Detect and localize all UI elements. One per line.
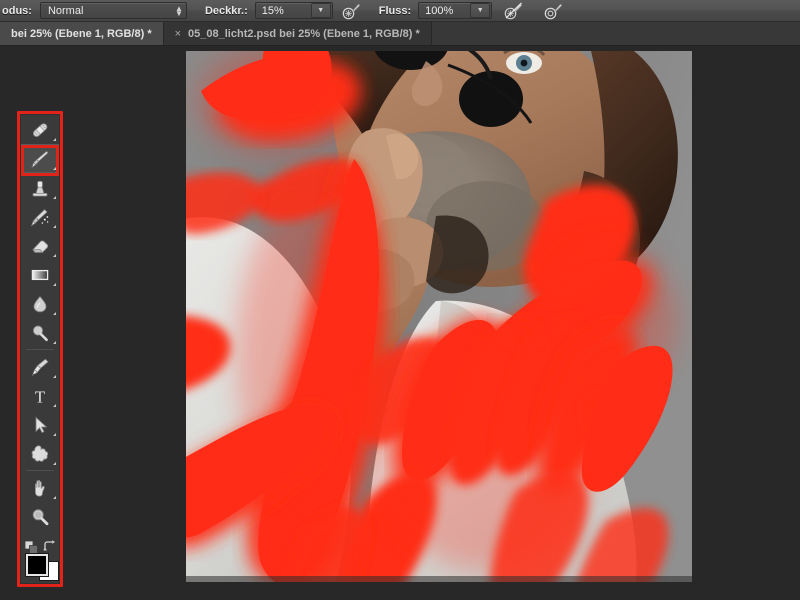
tool-gradient[interactable] bbox=[21, 260, 59, 289]
tool-flyout-arrow-icon bbox=[53, 433, 56, 436]
tool-flyout-arrow-icon bbox=[53, 225, 56, 228]
photoshop-window: odus: Normal ▲▼ Deckkr.: 15% ▼ Fluss: 1 bbox=[0, 0, 800, 600]
tablet-pressure-opacity-icon bbox=[342, 3, 361, 20]
pen-icon bbox=[31, 358, 49, 376]
tools-divider-2 bbox=[26, 470, 54, 471]
tool-clone-stamp[interactable] bbox=[21, 173, 59, 202]
airbrush-toggle[interactable] bbox=[540, 1, 566, 21]
document-tab-0[interactable]: bei 25% (Ebene 1, RGB/8) * bbox=[0, 22, 164, 45]
tool-flyout-arrow-icon bbox=[53, 496, 56, 499]
flow-value: 100% bbox=[425, 4, 454, 17]
stepper-arrows-icon: ▲ ▼ bbox=[175, 3, 183, 18]
tool-flyout-arrow-icon bbox=[53, 462, 56, 465]
tool-brush[interactable] bbox=[21, 144, 59, 173]
tool-flyout-arrow-icon bbox=[53, 312, 56, 315]
opacity-pressure-toggle[interactable] bbox=[339, 1, 365, 21]
zoom-magnifier-icon bbox=[32, 508, 49, 525]
foreground-color-swatch[interactable] bbox=[26, 554, 48, 576]
tool-pen[interactable] bbox=[21, 352, 59, 381]
tool-flyout-arrow-icon bbox=[53, 138, 56, 141]
flow-dropdown-icon[interactable]: ▼ bbox=[470, 3, 491, 18]
eraser-icon bbox=[32, 239, 49, 253]
blend-mode-value: Normal bbox=[47, 4, 84, 17]
tool-history-brush[interactable] bbox=[21, 202, 59, 231]
dodge-icon bbox=[32, 325, 48, 341]
clone-stamp-icon bbox=[32, 180, 48, 196]
blur-drop-icon bbox=[33, 295, 47, 312]
tool-blur[interactable] bbox=[21, 289, 59, 318]
airbrush-icon bbox=[544, 3, 562, 20]
tool-flyout-arrow-icon bbox=[53, 341, 56, 344]
tool-healing-brush[interactable] bbox=[21, 115, 59, 144]
tools-panel: T bbox=[20, 114, 60, 584]
opacity-dropdown-icon[interactable]: ▼ bbox=[310, 3, 331, 18]
document-artwork bbox=[186, 51, 692, 582]
tablet-pressure-size-icon bbox=[504, 2, 522, 20]
document-tab-0-label: bei 25% (Ebene 1, RGB/8) * bbox=[11, 27, 152, 40]
healing-brush-icon bbox=[32, 122, 48, 137]
document-tab-1-label: 05_08_licht2.psd bei 25% (Ebene 1, RGB/8… bbox=[188, 27, 420, 40]
brush-icon bbox=[31, 150, 49, 168]
gradient-icon bbox=[31, 269, 49, 280]
blend-mode-group: odus: Normal ▲ ▼ bbox=[2, 2, 187, 19]
default-colors-icon[interactable] bbox=[24, 540, 38, 554]
tool-dodge[interactable] bbox=[21, 318, 59, 347]
opacity-label: Deckkr.: bbox=[204, 4, 248, 17]
custom-shape-icon bbox=[31, 444, 49, 462]
tool-custom-shape[interactable] bbox=[21, 439, 59, 468]
tool-type[interactable]: T bbox=[21, 381, 59, 410]
opacity-field[interactable]: 15% ▼ bbox=[254, 2, 333, 19]
hand-icon bbox=[35, 479, 45, 497]
blend-mode-select[interactable]: Normal ▲ ▼ bbox=[39, 2, 187, 19]
document-tab-bar: bei 25% (Ebene 1, RGB/8) * × 05_08_licht… bbox=[0, 22, 800, 46]
tool-zoom[interactable] bbox=[21, 502, 59, 531]
tool-options-bar: odus: Normal ▲▼ Deckkr.: 15% ▼ Fluss: 1 bbox=[0, 0, 800, 22]
type-icon: T bbox=[35, 387, 46, 406]
tool-path-selection[interactable] bbox=[21, 410, 59, 439]
tool-flyout-arrow-icon bbox=[53, 167, 56, 170]
close-icon[interactable]: × bbox=[175, 28, 181, 40]
tool-flyout-arrow-icon bbox=[53, 254, 56, 257]
history-brush-icon bbox=[30, 208, 49, 226]
path-selection-arrow-icon bbox=[35, 415, 48, 433]
tool-hand[interactable] bbox=[21, 473, 59, 502]
tool-eraser[interactable] bbox=[21, 231, 59, 260]
airbrush-disabled-toggle[interactable] bbox=[500, 1, 526, 21]
tool-flyout-arrow-icon bbox=[53, 404, 56, 407]
opacity-value: 15% bbox=[261, 4, 284, 17]
tool-flyout-arrow-icon bbox=[53, 196, 56, 199]
opacity-group: Deckkr.: 15% ▼ bbox=[205, 2, 333, 19]
flow-field[interactable]: 100% ▼ bbox=[418, 2, 493, 19]
flow-label: Fluss: bbox=[378, 4, 412, 17]
tool-flyout-arrow-icon bbox=[53, 283, 56, 286]
blend-mode-label: odus: bbox=[2, 4, 32, 17]
document-tab-1[interactable]: × 05_08_licht2.psd bei 25% (Ebene 1, RGB… bbox=[163, 22, 432, 45]
color-swatches bbox=[21, 540, 59, 593]
tool-flyout-arrow-icon bbox=[53, 375, 56, 378]
canvas[interactable] bbox=[186, 51, 692, 582]
svg-text:T: T bbox=[35, 387, 46, 406]
flow-group: Fluss: 100% ▼ bbox=[378, 2, 493, 19]
tools-divider bbox=[26, 349, 54, 350]
